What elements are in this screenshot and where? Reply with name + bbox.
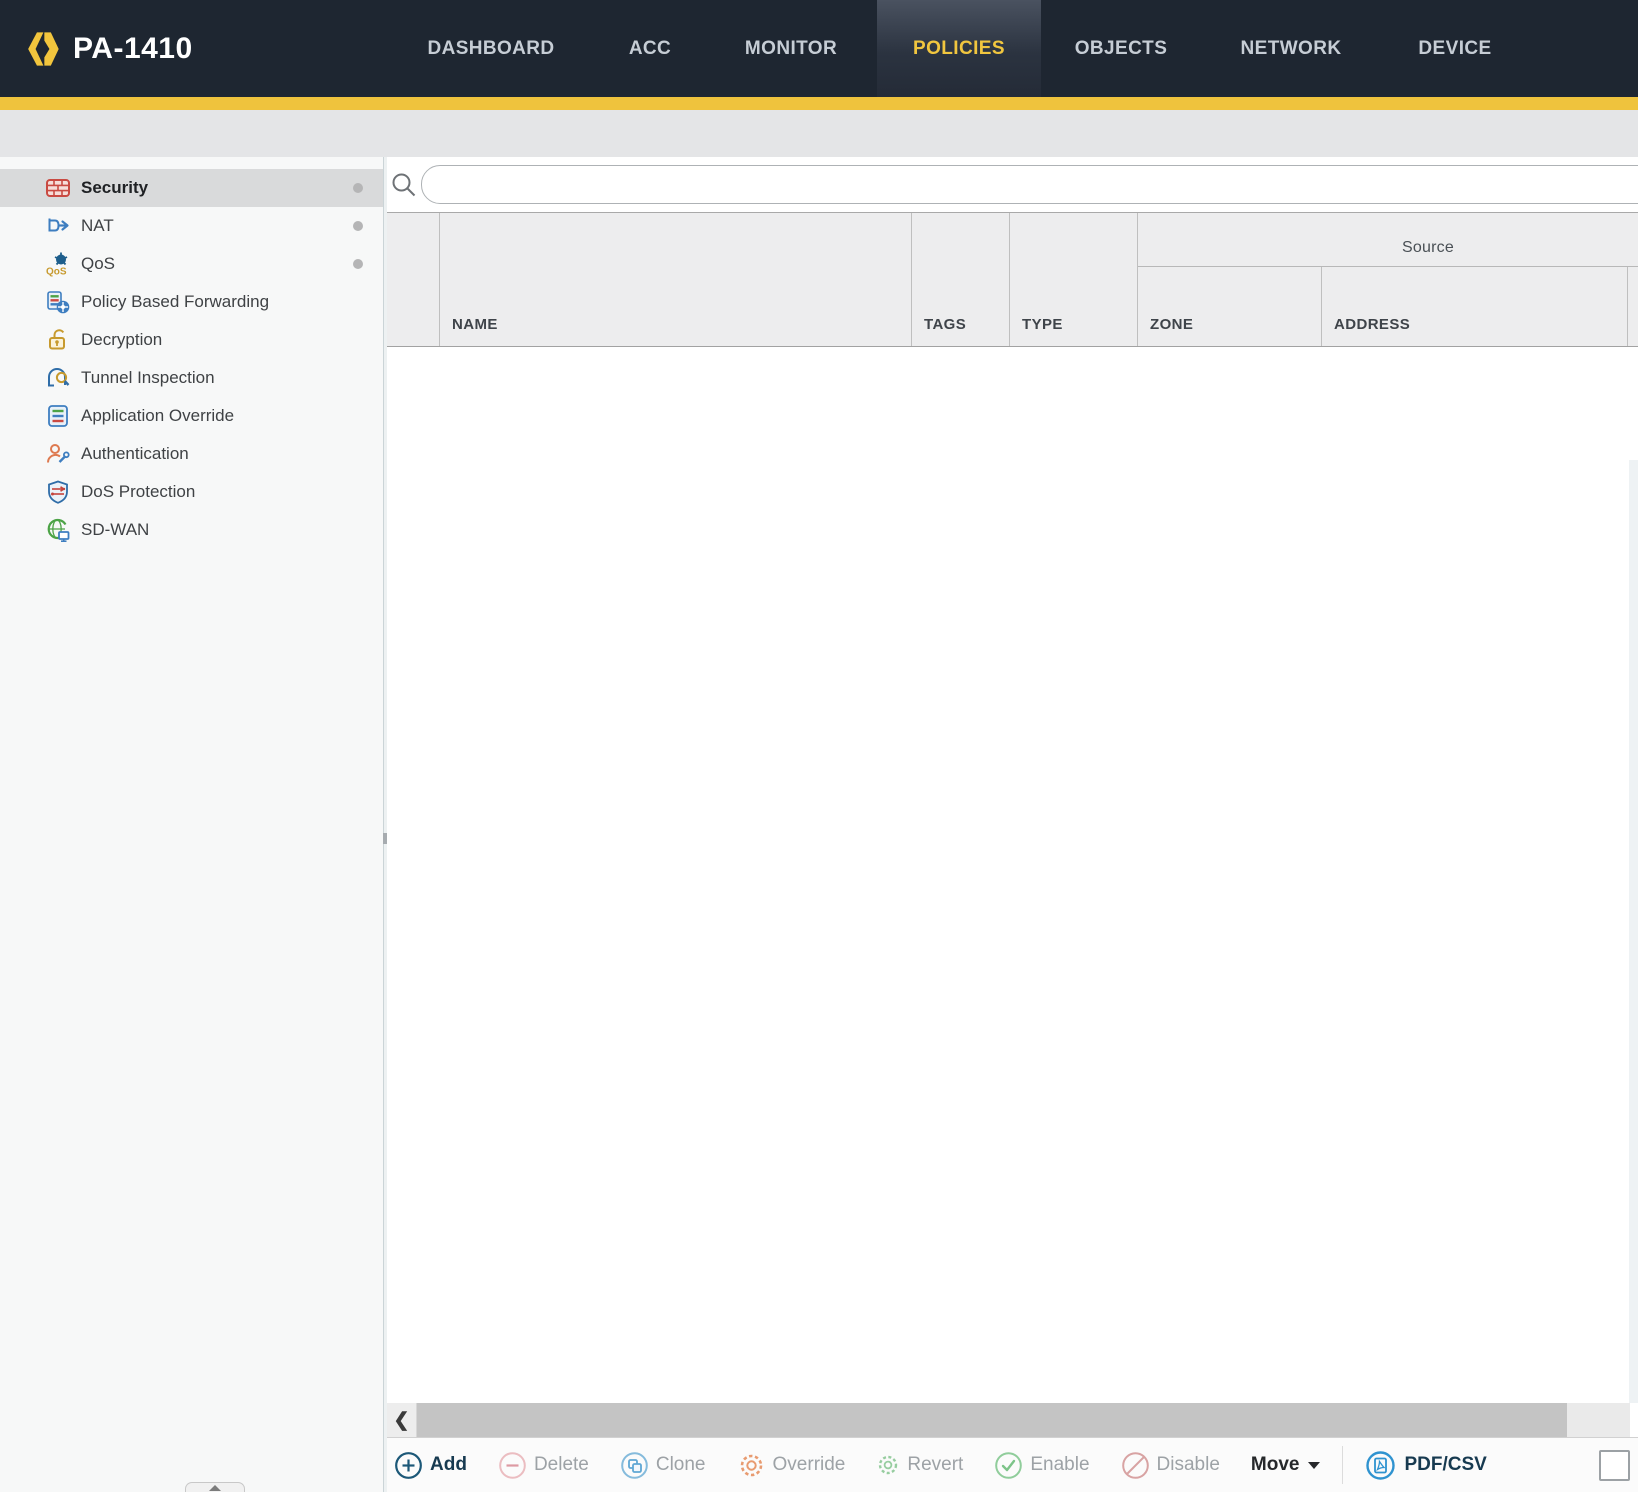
chevron-up-icon [209,1485,221,1491]
source-column-group: Source ZONE ADDRESS [1138,213,1638,346]
chevron-down-icon [1308,1462,1320,1469]
qos-icon: QoS [44,250,72,278]
revert-button[interactable]: Revert [876,1453,963,1477]
scroll-left-button[interactable]: ❮ [387,1403,417,1437]
sidebar-item-label: Security [81,178,148,198]
column-header-row-select[interactable] [387,213,440,346]
application-override-icon [44,402,72,430]
pdf-icon [1365,1450,1396,1481]
svg-text:QoS: QoS [46,267,67,278]
tab-objects[interactable]: OBJECTS [1075,0,1168,97]
disable-button[interactable]: Disable [1121,1451,1220,1480]
tab-device[interactable]: DEVICE [1418,0,1491,97]
enable-button[interactable]: Enable [994,1451,1089,1480]
pan-os-policies-screen: PA-1410 DASHBOARD ACC MONITOR POLICIES O… [0,0,1638,1492]
column-header-name[interactable]: NAME [440,213,912,346]
sidebar-item-security[interactable]: Security [0,169,383,207]
rulebase-table-body [387,347,1638,1403]
tab-monitor[interactable]: MONITOR [745,0,837,97]
sidebar-item-sd-wan[interactable]: SD-WAN [0,511,383,549]
sd-wan-icon [44,516,72,544]
top-navbar: PA-1410 DASHBOARD ACC MONITOR POLICIES O… [0,0,1638,97]
sidebar-item-label: NAT [81,216,114,236]
delete-icon [498,1451,527,1480]
delete-button[interactable]: Delete [498,1451,589,1480]
clone-button[interactable]: Clone [620,1451,706,1480]
sidebar-item-tunnel-inspection[interactable]: Tunnel Inspection [0,359,383,397]
tab-acc[interactable]: ACC [629,0,671,97]
horizontal-scrollbar-thumb[interactable] [417,1403,1567,1437]
pdf-csv-button[interactable]: PDF/CSV [1365,1450,1486,1481]
sidebar-item-dos-protection[interactable]: DoS Protection [0,473,383,511]
nat-icon [44,212,72,240]
sidebar-item-nat[interactable]: NAT [0,207,383,245]
column-header-clipped [1628,267,1638,346]
select-all-checkbox[interactable] [1599,1450,1630,1481]
rule-count-dot [353,183,363,193]
sidebar-item-policy-based-forwarding[interactable]: Policy Based Forwarding [0,283,383,321]
tab-dashboard[interactable]: DASHBOARD [427,0,554,97]
policy-based-forwarding-icon [44,288,72,316]
brand-accent-stripe [0,97,1638,110]
sidebar-item-authentication[interactable]: Authentication [0,435,383,473]
rulebase-table-header: NAME TAGS TYPE Source ZONE ADDRESS [387,212,1638,347]
sidebar-item-label: Decryption [81,330,162,350]
enable-icon [994,1451,1023,1480]
sidebar-item-label: Policy Based Forwarding [81,292,269,312]
rule-count-dot [353,221,363,231]
column-header-address[interactable]: ADDRESS [1322,267,1628,346]
tunnel-inspection-icon [44,364,72,392]
disable-icon [1121,1451,1150,1480]
sidebar-item-label: SD-WAN [81,520,149,540]
sidebar-item-decryption[interactable]: Decryption [0,321,383,359]
action-toolbar: Add Delete Clone [387,1437,1638,1492]
column-header-zone[interactable]: ZONE [1138,267,1322,346]
sidebar-item-label: DoS Protection [81,482,195,502]
sidebar-item-label: QoS [81,254,115,274]
override-icon [737,1451,766,1480]
add-icon [394,1451,423,1480]
sidebar-collapse-handle[interactable] [185,1482,245,1492]
rule-count-dot [353,259,363,269]
search-icon [390,171,418,199]
policies-sidebar: Security NAT [0,157,383,1492]
scrollbar-corner [1630,1403,1638,1437]
sidebar-item-label: Application Override [81,406,234,426]
toolbar-divider [1342,1446,1343,1484]
tab-network[interactable]: NETWORK [1241,0,1342,97]
decryption-icon [44,326,72,354]
vertical-scrollbar[interactable] [1629,460,1638,1403]
sidebar-item-label: Authentication [81,444,189,464]
clone-icon [620,1451,649,1480]
add-button[interactable]: Add [394,1451,467,1480]
revert-icon [876,1453,900,1477]
column-group-header-source: Source [1138,213,1638,267]
tab-policies[interactable]: POLICIES [877,0,1041,97]
device-name: PA-1410 [73,32,193,66]
search-bar [387,157,1638,212]
palo-alto-logo-icon [24,27,61,71]
sidebar-item-application-override[interactable]: Application Override [0,397,383,435]
horizontal-scrollbar: ❮ [387,1403,1638,1437]
policies-main-panel: NAME TAGS TYPE Source ZONE ADDRESS ❮ [387,157,1638,1492]
brand: PA-1410 [24,0,193,97]
authentication-icon [44,440,72,468]
dos-protection-icon [44,478,72,506]
policy-search-input[interactable] [421,165,1638,204]
sidebar-item-qos[interactable]: QoS QoS [0,245,383,283]
column-header-type[interactable]: TYPE [1010,213,1138,346]
column-header-tags[interactable]: TAGS [912,213,1010,346]
sidebar-item-label: Tunnel Inspection [81,368,215,388]
secondary-toolbar-band [0,110,1638,157]
override-button[interactable]: Override [737,1451,846,1480]
security-icon [44,174,72,202]
move-dropdown-button[interactable]: Move [1251,1454,1321,1476]
